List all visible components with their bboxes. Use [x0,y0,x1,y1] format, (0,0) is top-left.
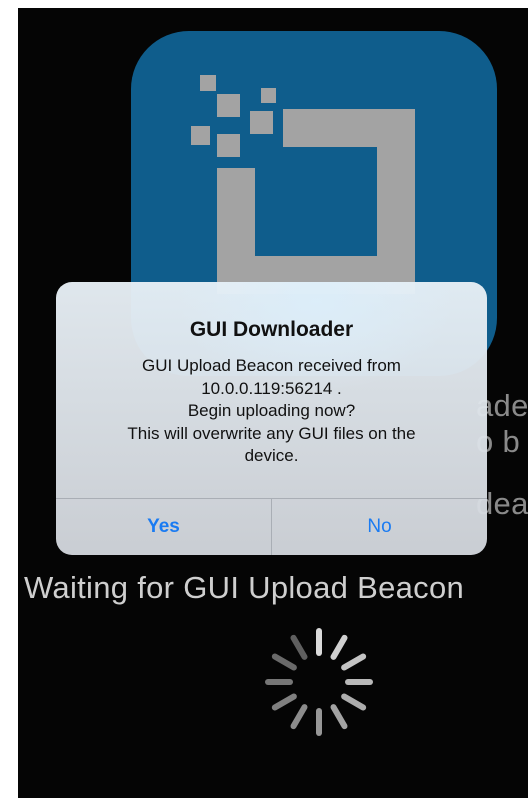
activity-spinner-icon [265,628,373,736]
alert-message-line: GUI Upload Beacon received from [142,356,401,375]
alert-message-line: This will overwrite any GUI files on the [127,423,416,443]
no-button[interactable]: No [272,499,487,555]
alert-title: GUI Downloader [189,318,354,341]
alert-message-line: Begin uploading now? [187,401,356,420]
alert-message: GUI Upload Beacon received from 10.0.0.1… [76,355,467,468]
waiting-status-text: Waiting for GUI Upload Beacon [24,570,465,605]
alert-message-line: device. [244,446,299,465]
alert-dialog: GUI Downloader GUI Upload Beacon receive… [56,282,487,555]
yes-button[interactable]: Yes [56,499,271,555]
phone-screen: ade o b dea Waiting for GUI Upload Beaco… [18,8,528,798]
alert-message-line: 10.0.0.119:56214 . [201,378,342,398]
